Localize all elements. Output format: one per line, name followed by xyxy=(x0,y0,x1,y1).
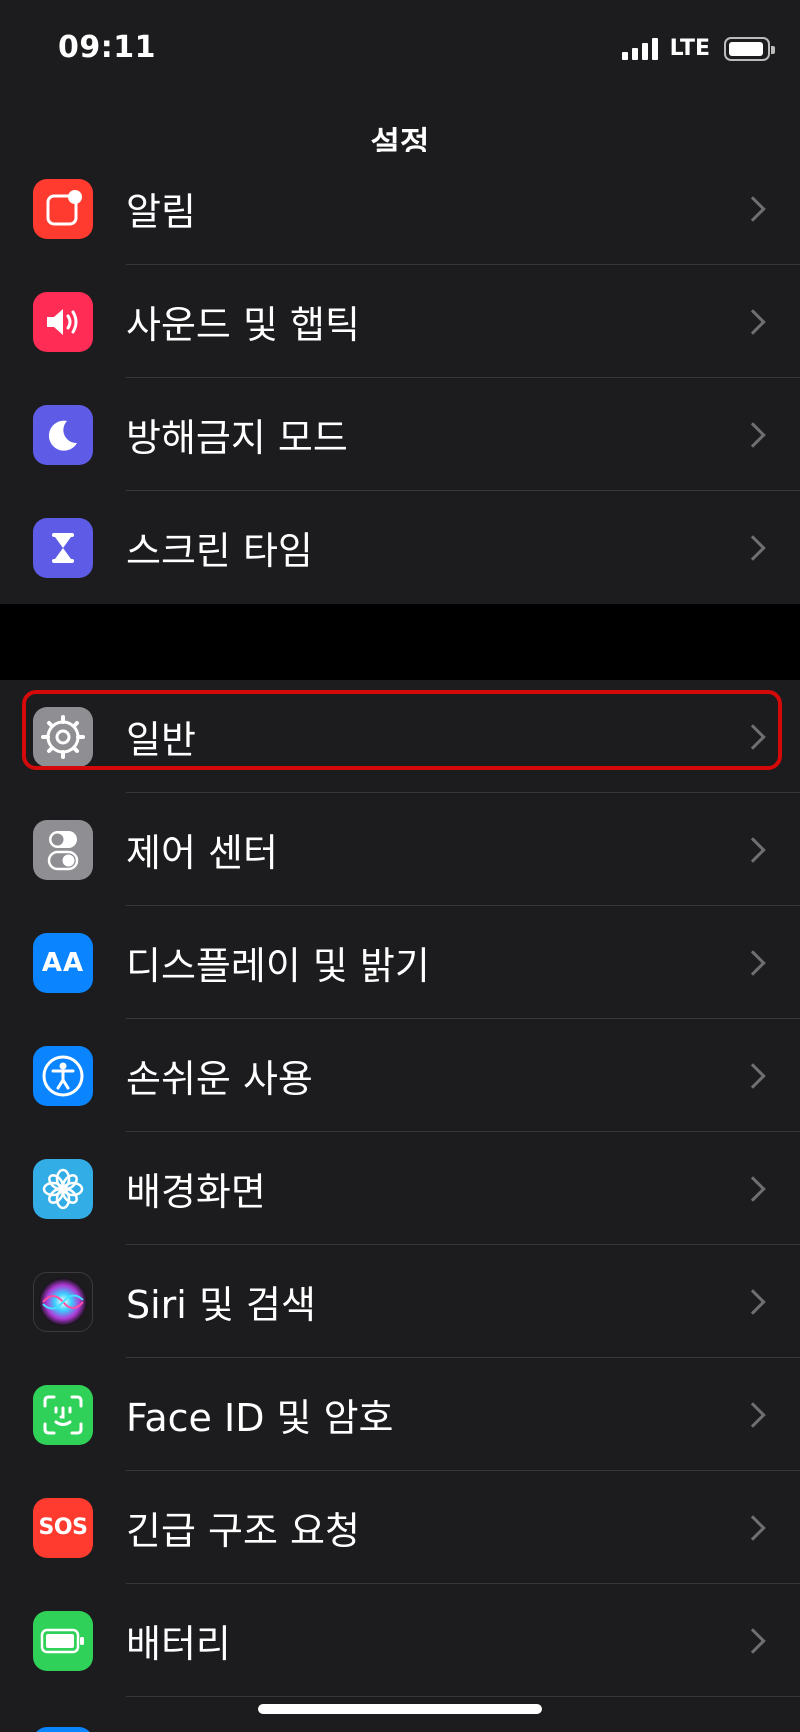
settings-row-emergency-sos[interactable]: SOS 긴급 구조 요청 xyxy=(0,1471,800,1584)
settings-row-face-id-passcode[interactable]: Face ID 및 암호 xyxy=(0,1358,800,1471)
display-aa-icon: AA xyxy=(33,932,93,993)
settings-group-1: 알림 사운드 및 햅틱 방해금지 모드 스크린 타임 xyxy=(0,152,800,604)
battery-status-icon xyxy=(724,36,775,61)
settings-row-label: 배터리 xyxy=(126,1622,231,1666)
chevron-right-icon xyxy=(740,723,766,750)
status-bar: 09:11 LTE xyxy=(0,0,800,100)
face-id-icon xyxy=(33,1384,93,1445)
settings-row-display-brightness[interactable]: AA 디스플레이 및 밝기 xyxy=(0,906,800,1019)
settings-row-sounds-haptics[interactable]: 사운드 및 햅틱 xyxy=(0,265,800,378)
settings-row-siri-search[interactable]: Siri 및 검색 xyxy=(0,1245,800,1358)
settings-row-accessibility[interactable]: 손쉬운 사용 xyxy=(0,1019,800,1132)
network-type: LTE xyxy=(669,36,710,61)
privacy-icon xyxy=(33,1727,93,1732)
settings-row-label: 배경화면 xyxy=(126,1170,266,1214)
settings-row-label: 손쉬운 사용 xyxy=(126,1057,313,1101)
settings-row-label: Siri 및 검색 xyxy=(126,1283,316,1327)
notifications-icon xyxy=(33,178,93,239)
chevron-right-icon xyxy=(740,1514,766,1541)
chevron-right-icon xyxy=(740,1175,766,1202)
settings-row-screen-time[interactable]: 스크린 타임 xyxy=(0,491,800,604)
home-indicator[interactable] xyxy=(258,1704,542,1714)
chevron-right-icon xyxy=(740,949,766,976)
chevron-right-icon xyxy=(740,1627,766,1654)
settings-row-notifications[interactable]: 알림 xyxy=(0,152,800,265)
sound-icon xyxy=(33,291,93,352)
display-aa-glyph: AA xyxy=(41,947,85,978)
settings-row-label: 스크린 타임 xyxy=(126,529,313,573)
status-indicators: LTE xyxy=(621,36,775,61)
settings-group-2: 일반 제어 센터 AA 디스플레이 및 밝기 손쉬운 사용 배경화면 Siri … xyxy=(0,680,800,1732)
status-time: 09:11 xyxy=(58,30,156,65)
chevron-right-icon xyxy=(740,195,766,222)
chevron-right-icon xyxy=(740,534,766,561)
gear-icon xyxy=(33,706,93,767)
chevron-right-icon xyxy=(740,836,766,863)
moon-icon xyxy=(33,404,93,465)
siri-icon xyxy=(33,1271,93,1332)
toggles-icon xyxy=(33,819,93,880)
settings-row-general[interactable]: 일반 xyxy=(0,680,800,793)
hourglass-icon xyxy=(33,517,93,578)
settings-row-label: 제어 센터 xyxy=(126,831,278,875)
chevron-right-icon xyxy=(740,1401,766,1428)
settings-row-battery[interactable]: 배터리 xyxy=(0,1584,800,1697)
settings-row-label: 일반 xyxy=(126,718,196,762)
settings-row-control-center[interactable]: 제어 센터 xyxy=(0,793,800,906)
chevron-right-icon xyxy=(740,421,766,448)
settings-row-label: 방해금지 모드 xyxy=(126,416,348,460)
sos-glyph: SOS xyxy=(38,1515,88,1540)
battery-icon xyxy=(33,1610,93,1671)
settings-row-partial[interactable] xyxy=(0,1697,800,1732)
chevron-right-icon xyxy=(740,1062,766,1089)
settings-row-label: 알림 xyxy=(126,190,196,234)
chevron-right-icon xyxy=(740,308,766,335)
chevron-right-icon xyxy=(740,1288,766,1315)
sos-icon: SOS xyxy=(33,1497,93,1558)
settings-row-label: 긴급 구조 요청 xyxy=(126,1509,360,1553)
settings-row-do-not-disturb[interactable]: 방해금지 모드 xyxy=(0,378,800,491)
settings-row-wallpaper[interactable]: 배경화면 xyxy=(0,1132,800,1245)
accessibility-icon xyxy=(33,1045,93,1106)
settings-row-label: 디스플레이 및 밝기 xyxy=(126,944,430,988)
cellular-signal-icon xyxy=(621,37,658,60)
settings-row-label: 사운드 및 햅틱 xyxy=(126,303,360,347)
wallpaper-flower-icon xyxy=(33,1158,93,1219)
settings-row-label: Face ID 및 암호 xyxy=(126,1396,394,1440)
